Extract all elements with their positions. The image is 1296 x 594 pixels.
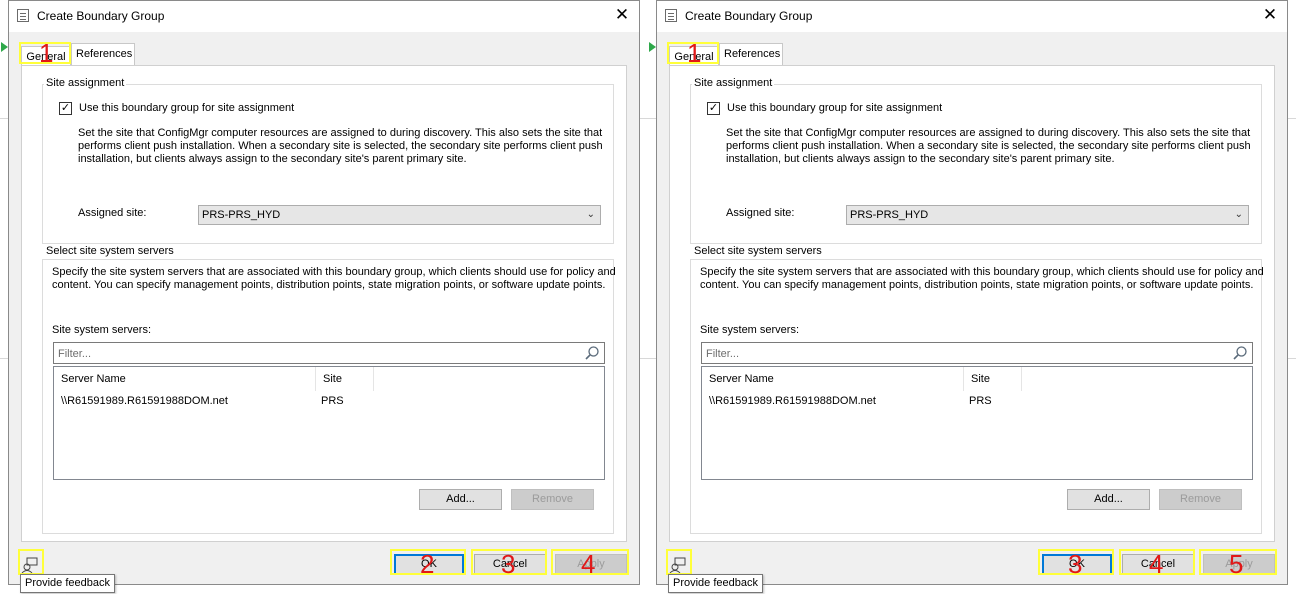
column-header-server-name[interactable]: Server Name	[702, 367, 964, 391]
site-assignment-description-line-1: Set the site that ConfigMgr computer res…	[78, 127, 603, 139]
create-boundary-group-dialog: Create Boundary Group ✕ General Referenc…	[656, 0, 1288, 585]
site-system-servers-label: Site system servers:	[52, 324, 152, 336]
search-icon	[585, 346, 599, 360]
title-bar: Create Boundary Group ✕	[657, 1, 1287, 32]
background-divider	[0, 358, 8, 359]
chevron-down-icon: ⌄	[1234, 209, 1243, 220]
annotation-number-apply: 5	[1229, 549, 1244, 579]
background-divider	[648, 118, 656, 119]
filter-input[interactable]: Filter...	[701, 342, 1253, 364]
feedback-tooltip: Provide feedback	[20, 574, 115, 593]
site-servers-description-line-2: content. You can specify management poin…	[52, 279, 606, 291]
background-divider	[0, 118, 8, 119]
site-cell[interactable]: PRS	[321, 395, 344, 407]
remove-server-button[interactable]: Remove	[1159, 489, 1242, 510]
site-servers-description-line-2: content. You can specify management poin…	[700, 279, 1254, 291]
background-window-strip	[0, 0, 8, 594]
site-assignment-description-line-2: performs client push installation. When …	[726, 140, 1251, 152]
background-divider	[640, 118, 648, 119]
add-server-button[interactable]: Add...	[1067, 489, 1150, 510]
column-header-site[interactable]: Site	[964, 367, 1022, 391]
site-assignment-group-label: Site assignment	[692, 77, 775, 89]
annotation-number-ok: 3	[1068, 549, 1083, 579]
site-system-servers-label: Site system servers:	[700, 324, 800, 336]
filter-input[interactable]: Filter...	[53, 342, 605, 364]
annotation-number-cancel: 3	[501, 549, 516, 579]
tab-page-references: Site assignment ✓ Use this boundary grou…	[669, 65, 1275, 542]
column-header-server-name[interactable]: Server Name	[54, 367, 316, 391]
site-servers-list[interactable]: Server Name Site \\R61591989.R61591988DO…	[701, 366, 1253, 480]
annotation-number-apply: 4	[581, 549, 596, 579]
background-window-strip	[648, 0, 656, 594]
site-assignment-description-line-1: Set the site that ConfigMgr computer res…	[726, 127, 1251, 139]
annotation-number-ok: 2	[420, 549, 435, 579]
assigned-site-value: PRS-PRS_HYD	[850, 209, 929, 221]
window-title: Create Boundary Group	[37, 9, 165, 23]
title-bar: Create Boundary Group ✕	[9, 1, 639, 32]
add-server-button[interactable]: Add...	[419, 489, 502, 510]
server-name-cell[interactable]: \\R61591989.R61591988DOM.net	[709, 395, 876, 407]
tab-references[interactable]: References	[719, 43, 783, 66]
site-assignment-description-line-2: performs client push installation. When …	[78, 140, 603, 152]
site-servers-list[interactable]: Server Name Site \\R61591989.R61591988DO…	[53, 366, 605, 480]
assigned-site-value: PRS-PRS_HYD	[202, 209, 281, 221]
site-system-servers-group-label: Select site system servers	[44, 245, 176, 257]
site-assignment-description-line-3: installation, but clients always assign …	[726, 153, 1115, 165]
site-assignment-checkbox[interactable]: ✓	[59, 102, 72, 115]
feedback-icon[interactable]	[21, 556, 39, 574]
assigned-site-dropdown[interactable]: PRS-PRS_HYD ⌄	[198, 205, 601, 225]
feedback-icon[interactable]	[669, 556, 687, 574]
annotation-number-tab: 1	[39, 38, 54, 68]
site-system-servers-group-label: Select site system servers	[692, 245, 824, 257]
background-divider	[1288, 118, 1296, 119]
background-divider	[640, 358, 648, 359]
tab-page-references: Site assignment ✓ Use this boundary grou…	[21, 65, 627, 542]
site-assignment-checkbox-label: Use this boundary group for site assignm…	[79, 102, 295, 114]
server-name-cell[interactable]: \\R61591989.R61591988DOM.net	[61, 395, 228, 407]
background-divider	[1288, 358, 1296, 359]
filter-placeholder: Filter...	[706, 348, 740, 360]
background-window-strip-right	[640, 0, 648, 594]
background-window-strip-right	[1288, 0, 1296, 594]
assigned-site-label: Assigned site:	[726, 207, 795, 219]
tab-references[interactable]: References	[71, 43, 135, 66]
feedback-tooltip: Provide feedback	[668, 574, 763, 593]
column-header-site[interactable]: Site	[316, 367, 374, 391]
assigned-site-label: Assigned site:	[78, 207, 147, 219]
site-assignment-checkbox-label: Use this boundary group for site assignm…	[727, 102, 943, 114]
site-assignment-group-label: Site assignment	[44, 77, 127, 89]
create-boundary-group-dialog: Create Boundary Group ✕ General Referenc…	[8, 0, 640, 585]
filter-placeholder: Filter...	[58, 348, 92, 360]
screenshot-panel-left: Create Boundary Group ✕ General Referenc…	[0, 0, 648, 594]
site-assignment-checkbox[interactable]: ✓	[707, 102, 720, 115]
assigned-site-dropdown[interactable]: PRS-PRS_HYD ⌄	[846, 205, 1249, 225]
annotation-number-tab: 1	[687, 38, 702, 68]
site-assignment-description-line-3: installation, but clients always assign …	[78, 153, 467, 165]
site-cell[interactable]: PRS	[969, 395, 992, 407]
dialog-window-icon	[665, 9, 677, 22]
play-icon	[649, 42, 656, 52]
chevron-down-icon: ⌄	[586, 209, 595, 220]
remove-server-button[interactable]: Remove	[511, 489, 594, 510]
close-icon[interactable]: ✕	[1261, 6, 1279, 24]
site-servers-description-line-1: Specify the site system servers that are…	[700, 266, 1264, 278]
window-title: Create Boundary Group	[685, 9, 813, 23]
dialog-window-icon	[17, 9, 29, 22]
background-divider	[648, 358, 656, 359]
play-icon	[1, 42, 8, 52]
close-icon[interactable]: ✕	[613, 6, 631, 24]
screenshot-panel-right: Create Boundary Group ✕ General Referenc…	[648, 0, 1296, 594]
site-servers-description-line-1: Specify the site system servers that are…	[52, 266, 616, 278]
search-icon	[1233, 346, 1247, 360]
annotation-number-cancel: 4	[1149, 549, 1164, 579]
